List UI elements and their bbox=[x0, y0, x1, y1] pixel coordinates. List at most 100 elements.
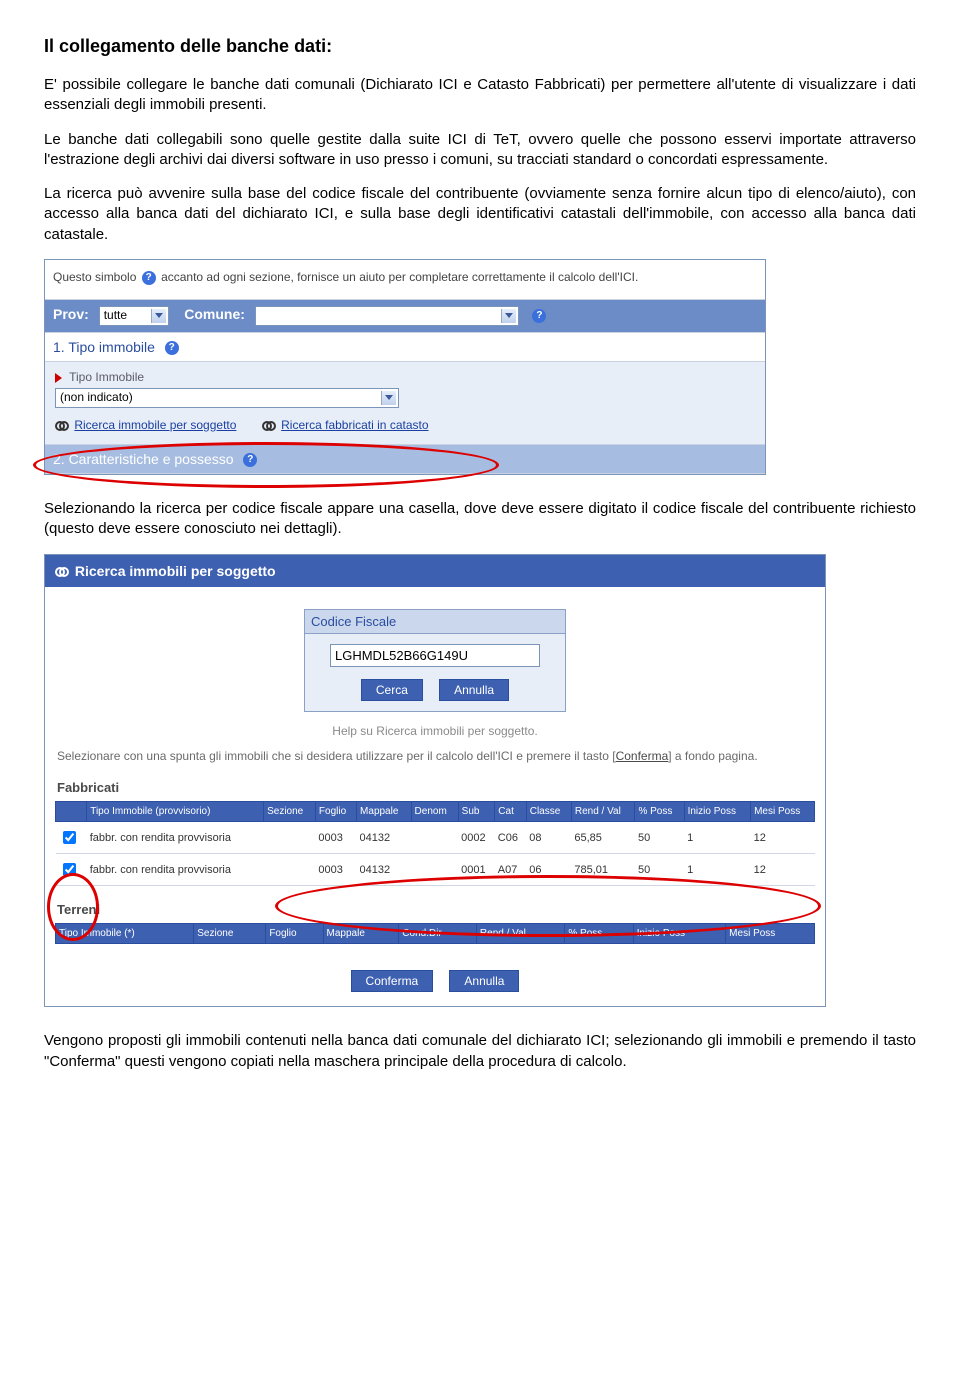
col-denom: Denom bbox=[411, 802, 458, 822]
table-row: fabbr. con rendita provvisoria 0003 0413… bbox=[56, 854, 815, 886]
screenshot-2: Ricerca immobili per soggetto Codice Fis… bbox=[44, 554, 826, 1008]
prov-label: Prov: bbox=[53, 306, 89, 322]
paragraph-3: La ricerca può avvenire sulla base del c… bbox=[44, 184, 916, 245]
chevron-down-icon bbox=[155, 313, 163, 318]
cell-foglio: 0003 bbox=[315, 822, 356, 854]
section-1-title: 1. Tipo immobile bbox=[53, 339, 155, 355]
cell-classe: 08 bbox=[526, 822, 571, 854]
col-tipo: Tipo Immobile (provvisorio) bbox=[87, 802, 264, 822]
help-icon[interactable]: ? bbox=[165, 341, 179, 355]
cell-pposs: 50 bbox=[635, 822, 684, 854]
col-tipo: Tipo Immobile (*) bbox=[56, 924, 194, 944]
col-mappale: Mappale bbox=[323, 924, 399, 944]
table-row: fabbr. con rendita provvisoria 0003 0413… bbox=[56, 822, 815, 854]
info-text-post: accanto ad ogni sezione, fornisce un aiu… bbox=[161, 270, 638, 284]
paragraph-4: Selezionando la ricerca per codice fisca… bbox=[44, 499, 916, 540]
link-ricerca-soggetto[interactable]: Ricerca immobile per soggetto bbox=[74, 418, 236, 432]
cerca-button[interactable]: Cerca bbox=[361, 679, 423, 701]
cell-classe: 06 bbox=[526, 854, 571, 886]
cell-tipo: fabbr. con rendita provvisoria bbox=[87, 822, 264, 854]
fabbricati-header-row: Tipo Immobile (provvisorio) Sezione Fogl… bbox=[56, 802, 815, 822]
tipo-immobile-block: Tipo Immobile (non indicato) Ricerca imm… bbox=[45, 362, 765, 444]
col-sub: Sub bbox=[458, 802, 495, 822]
screenshot-1: Questo simbolo ? accanto ad ogni sezione… bbox=[44, 259, 766, 475]
codice-fiscale-box: Codice Fiscale Cerca Annulla bbox=[304, 609, 566, 712]
cell-rend: 65,85 bbox=[571, 822, 635, 854]
info-text-pre: Questo simbolo bbox=[53, 270, 136, 284]
paragraph-2: Le banche dati collegabili sono quelle g… bbox=[44, 130, 916, 171]
prov-comune-bar: Prov: tutte Comune: ? bbox=[45, 300, 765, 332]
paragraph-5: Vengono proposti gli immobili contenuti … bbox=[44, 1031, 916, 1072]
tipo-immobile-select[interactable]: (non indicato) bbox=[55, 388, 399, 408]
row-checkbox[interactable] bbox=[63, 863, 76, 876]
chevron-down-icon bbox=[385, 395, 393, 400]
cell-denom bbox=[411, 854, 458, 886]
cell-sub: 0001 bbox=[458, 854, 495, 886]
help-line: Help su Ricerca immobili per soggetto. bbox=[45, 724, 825, 738]
instr-text-b: ] a fondo pagina. bbox=[668, 749, 757, 763]
col-inizio: Inizio Poss bbox=[633, 924, 725, 944]
col-rend: Rend / Val bbox=[571, 802, 635, 822]
instr-conferma-link[interactable]: Conferma bbox=[616, 749, 669, 763]
col-pposs: % Poss bbox=[635, 802, 684, 822]
col-pposs: % Poss bbox=[565, 924, 633, 944]
tipo-immobile-label-text: Tipo Immobile bbox=[69, 370, 144, 384]
help-icon: ? bbox=[142, 271, 156, 285]
help-icon[interactable]: ? bbox=[532, 309, 546, 323]
cell-mesi: 12 bbox=[751, 854, 815, 886]
annulla-button[interactable]: Annulla bbox=[439, 679, 509, 701]
cell-inizio: 1 bbox=[684, 854, 751, 886]
cell-cat: C06 bbox=[495, 822, 526, 854]
terreni-header-row: Tipo Immobile (*) Sezione Foglio Mappale… bbox=[56, 924, 815, 944]
col-inizio: Inizio Poss bbox=[684, 802, 751, 822]
cell-mappale: 04132 bbox=[357, 854, 411, 886]
col-rend: Rend / Val bbox=[476, 924, 564, 944]
cell-mesi: 12 bbox=[751, 822, 815, 854]
cell-mappale: 04132 bbox=[357, 822, 411, 854]
comune-label: Comune: bbox=[184, 306, 245, 322]
prov-value: tutte bbox=[104, 308, 127, 322]
chevron-down-icon bbox=[505, 313, 513, 318]
cell-rend: 785,01 bbox=[571, 854, 635, 886]
cell-pposs: 50 bbox=[635, 854, 684, 886]
row-checkbox[interactable] bbox=[63, 831, 76, 844]
instructions: Selezionare con una spunta gli immobili … bbox=[45, 748, 825, 765]
terreni-table: Tipo Immobile (*) Sezione Foglio Mappale… bbox=[55, 923, 815, 944]
col-foglio: Foglio bbox=[315, 802, 356, 822]
comune-select[interactable] bbox=[255, 306, 519, 326]
col-mesi: Mesi Poss bbox=[751, 802, 815, 822]
binoculars-icon bbox=[55, 567, 69, 577]
info-text: Questo simbolo ? accanto ad ogni sezione… bbox=[45, 260, 765, 300]
cell-cat: A07 bbox=[495, 854, 526, 886]
tipo-immobile-value: (non indicato) bbox=[60, 390, 133, 404]
cell-denom bbox=[411, 822, 458, 854]
col-check bbox=[56, 802, 87, 822]
fabbricati-table: Tipo Immobile (provvisorio) Sezione Fogl… bbox=[55, 801, 815, 886]
bottom-buttons: Conferma Annulla bbox=[45, 944, 825, 1006]
cell-foglio: 0003 bbox=[315, 854, 356, 886]
dialog-title-bar: Ricerca immobili per soggetto bbox=[45, 555, 825, 587]
fabbricati-label: Fabbricati bbox=[45, 764, 825, 801]
help-icon[interactable]: ? bbox=[243, 453, 257, 467]
col-mappale: Mappale bbox=[357, 802, 411, 822]
annulla-button-2[interactable]: Annulla bbox=[449, 970, 519, 992]
terreni-label: Terreni bbox=[45, 886, 825, 923]
codice-fiscale-input[interactable] bbox=[330, 644, 540, 667]
col-mesi: Mesi Poss bbox=[726, 924, 815, 944]
search-links-row: Ricerca immobile per soggetto Ricerca fa… bbox=[55, 418, 755, 432]
prov-select[interactable]: tutte bbox=[99, 306, 169, 326]
col-sezione: Sezione bbox=[194, 924, 266, 944]
dialog-title: Ricerca immobili per soggetto bbox=[75, 563, 276, 579]
caret-right-icon bbox=[55, 373, 62, 383]
section-1-header: 1. Tipo immobile ? bbox=[45, 332, 765, 362]
col-sezione: Sezione bbox=[264, 802, 316, 822]
link-ricerca-catasto[interactable]: Ricerca fabbricati in catasto bbox=[281, 418, 428, 432]
section-2-header: 2. Caratteristiche e possesso ? bbox=[45, 444, 765, 474]
col-cat: Cat bbox=[495, 802, 526, 822]
cell-sub: 0002 bbox=[458, 822, 495, 854]
tipo-immobile-label: Tipo Immobile bbox=[55, 370, 755, 384]
paragraph-1: E' possibile collegare le banche dati co… bbox=[44, 75, 916, 116]
cell-inizio: 1 bbox=[684, 822, 751, 854]
conferma-button[interactable]: Conferma bbox=[351, 970, 434, 992]
col-classe: Classe bbox=[526, 802, 571, 822]
